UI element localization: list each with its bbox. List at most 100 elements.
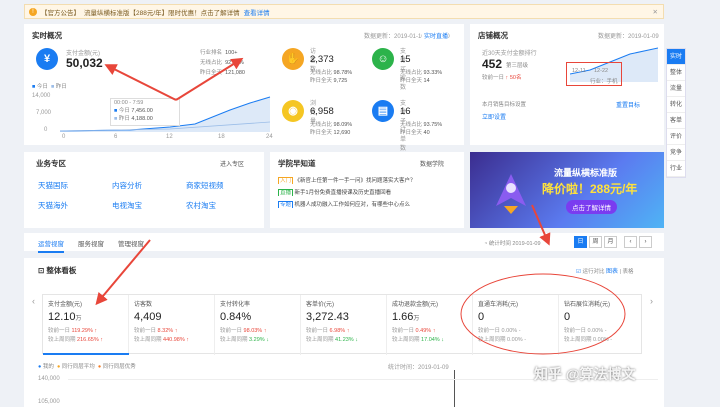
x-tick-24: 24 bbox=[266, 134, 273, 140]
rank-label: 行业排名 bbox=[200, 50, 223, 56]
biz-item-1[interactable]: 内容分析 bbox=[112, 180, 142, 191]
shop-tier: 第三层级 bbox=[506, 63, 529, 69]
biz-item-3[interactable]: 天猫海外 bbox=[38, 200, 68, 211]
period-date: 2019-01-09 bbox=[512, 241, 541, 247]
tab-operation[interactable]: 运营视窗 bbox=[38, 238, 64, 253]
period-week-button[interactable]: 周 bbox=[589, 236, 602, 248]
kpi-next-arrow[interactable]: › bbox=[650, 296, 653, 306]
legend-yesterday: 昨日 bbox=[55, 84, 67, 90]
compare-checkbox[interactable]: ☑ bbox=[576, 269, 581, 275]
notice-tag: 【官方公告】 bbox=[41, 9, 80, 17]
tab-management[interactable]: 管理视窗 bbox=[118, 238, 144, 253]
article-1[interactable]: 直播 新手1月份免费直播授课及历史直播回看 bbox=[278, 188, 458, 196]
realtime-panel: 实时概况 数据更新：2019-01-10 16:17:20 实时直播 ¥ 支付金… bbox=[24, 24, 464, 152]
biz-item-0[interactable]: 天猫国际 bbox=[38, 180, 68, 191]
banner-price: 降价啦！288元/年 bbox=[542, 182, 638, 196]
kpi-diamond-cost[interactable]: 钻石展位消耗(元) 0 较前一日 0.00% - 较上周同期 0.00% - bbox=[559, 295, 643, 355]
order-icon: ▤ bbox=[372, 100, 394, 122]
annotation-rect bbox=[566, 62, 622, 86]
legend-mine: 我的 bbox=[42, 364, 54, 370]
notice-link[interactable]: 查看详情 bbox=[244, 7, 270, 17]
board-chart-tip: 统计时间：2019-01-09 bbox=[388, 365, 449, 371]
compare-label: 无线占比 bbox=[200, 60, 223, 66]
sidebar-item-industry[interactable]: 行业 bbox=[667, 161, 685, 177]
yday-label: 昨日全天 bbox=[200, 70, 223, 76]
live-link[interactable]: 实时直播 bbox=[422, 31, 449, 40]
compare-label: 运行对比 bbox=[582, 269, 605, 275]
tabs-bar: 运营视窗 服务视窗 管理视窗 ◔ 统计时间 2019-01-09 日 周 月 ‹… bbox=[24, 233, 664, 253]
sidebar-item-realtime[interactable]: 实时 bbox=[667, 49, 685, 65]
legend-today: 今日 bbox=[36, 84, 48, 90]
kpi-prev-arrow[interactable]: ‹ bbox=[32, 296, 35, 306]
kpi-selected-bar bbox=[43, 353, 129, 355]
kpi-pay-amount[interactable]: 支付金额(元) 12.10万 较前一日 119.29% ↑ 较上周同期 216.… bbox=[43, 295, 129, 355]
article-2[interactable]: 专题 机器人成功融入工作如何应对，有哪些中心点么 bbox=[278, 200, 458, 208]
banner-title: 流量纵横标准版 bbox=[554, 168, 618, 178]
realtime-title: 实时概况 bbox=[32, 31, 62, 40]
period-day-button[interactable]: 日 bbox=[574, 236, 587, 248]
legend-yday-icon: ■ bbox=[50, 84, 55, 90]
y-tick-zero: 0 bbox=[44, 127, 48, 133]
kpi-visitors[interactable]: 访客数 4,409 较前一日 8.32% ↑ 较上周同期 440.98% ↑ bbox=[129, 295, 215, 355]
sidebar-item-conversion[interactable]: 转化 bbox=[667, 97, 685, 113]
enter-zone-link[interactable]: 进入专区 bbox=[220, 159, 244, 168]
sidebar-item-review[interactable]: 评价 bbox=[667, 129, 685, 145]
sidebar-item-overall[interactable]: 整体 bbox=[667, 65, 685, 81]
tooltip-yday-val: 4,188.00 bbox=[131, 116, 153, 122]
pay-value: 50,032 bbox=[66, 56, 103, 70]
legend-mine-icon: ● bbox=[38, 364, 42, 370]
metrics-grid: ✋ 访客数 2,373 无线占比 98.78% 昨日全天 9,725 ☺ 支付买… bbox=[282, 44, 462, 152]
x-tick-18: 18 bbox=[218, 134, 225, 140]
biz-item-4[interactable]: 电视淘宝 bbox=[112, 200, 142, 211]
biz-item-5[interactable]: 农村淘宝 bbox=[186, 200, 216, 211]
biz-item-2[interactable]: 商家短视频 bbox=[186, 180, 224, 191]
rocket-icon bbox=[496, 174, 526, 214]
sidebar-item-customer[interactable]: 客单 bbox=[667, 113, 685, 129]
kpi-unit-price[interactable]: 客单价(元) 3,272.43 较前一日 6.98% ↑ 较上周同期 41.23… bbox=[301, 295, 387, 355]
buyer-icon: ☺ bbox=[372, 48, 394, 70]
period-month-button[interactable]: 月 bbox=[604, 236, 617, 248]
prev-value: ↑ 50名 bbox=[505, 75, 522, 81]
set-now-link[interactable]: 立即设置 bbox=[482, 112, 506, 121]
kpi-row: 支付金额(元) 12.10万 较前一日 119.29% ↑ 较上周同期 216.… bbox=[42, 294, 643, 355]
academy-link[interactable]: 数据学院 bbox=[420, 159, 444, 168]
tab-service[interactable]: 服务视窗 bbox=[78, 238, 104, 253]
view-table-link[interactable]: 表格 bbox=[623, 269, 634, 275]
y-tick-top: 14,000 bbox=[32, 93, 51, 99]
board-y2: 105,000 bbox=[38, 399, 60, 405]
article-0[interactable]: 入门 《新官上任第一件一手一问》找问题落实大客户？ bbox=[278, 176, 458, 184]
legend-avg: 同行同层平均 bbox=[61, 364, 95, 370]
compare-value: 92.81% bbox=[225, 60, 244, 66]
legend-avg-icon: ● bbox=[56, 364, 61, 370]
sidebar-item-traffic[interactable]: 流量 bbox=[667, 81, 685, 97]
shop-rank-value: 452 bbox=[482, 57, 503, 71]
learn-title: 学院早知道 bbox=[278, 159, 316, 168]
shop-updated: 数据更新：2019-01-09 bbox=[598, 34, 659, 40]
right-sidebar: 实时 整体 流量 转化 客单 评价 竞争 行业 bbox=[666, 48, 686, 178]
tooltip-yday: 昨日 bbox=[118, 116, 130, 122]
x-tick-6: 6 bbox=[114, 134, 118, 140]
board-panel: ⊡ 整体看板 ☑ 运行对比 图表 | 表格 ‹ › 支付金额(元) 12.10万… bbox=[24, 258, 664, 407]
prev-period-button[interactable]: ‹ bbox=[624, 236, 637, 248]
close-icon[interactable]: ✕ bbox=[653, 8, 658, 16]
yday-value: 121,080 bbox=[225, 70, 245, 76]
next-period-button[interactable]: › bbox=[639, 236, 652, 248]
legend-best: 同行同层优秀 bbox=[102, 364, 136, 370]
legend-today-icon: ■ bbox=[32, 84, 36, 90]
kpi-refund[interactable]: 成功退款金额(元) 1.66万 较前一日 0.49% ↑ 较上周同期 17.04… bbox=[387, 295, 473, 355]
learn-panel: 学院早知道 数据学院 入门 《新官上任第一件一手一问》找问题落实大客户？ 直播 … bbox=[270, 152, 464, 228]
notice-bar: ! 【官方公告】 流量纵横标准版【288元/年】限时优惠！点击了解详情 查看详情… bbox=[24, 4, 664, 19]
promo-banner[interactable]: 流量纵横标准版 降价啦！288元/年 点击了解详情 bbox=[470, 152, 664, 228]
shop-panel: 店铺概况 数据更新：2019-01-09 近30天支付金额排行 452 第三层级… bbox=[470, 24, 664, 145]
x-tick-12: 12 bbox=[166, 134, 173, 140]
sidebar-item-competition[interactable]: 竞争 bbox=[667, 145, 685, 161]
kpi-conversion[interactable]: 支付转化率 0.84% 较前一日 98.03% ↑ 较上周同期 3.29% ↓ bbox=[215, 295, 301, 355]
watermark: 知乎 @算法博文 bbox=[534, 366, 636, 382]
board-y1: 140,000 bbox=[38, 376, 60, 382]
reset-target-link[interactable]: 重置目标 bbox=[616, 100, 640, 109]
period-label: 统计时间 bbox=[488, 241, 511, 247]
rank-value: 100+ bbox=[225, 50, 238, 56]
banner-cta[interactable]: 点击了解详情 bbox=[566, 200, 617, 214]
kpi-ztc-cost[interactable]: 直通车消耗(元) 0 较前一日 0.00% - 较上周同期 0.00% - bbox=[473, 295, 559, 355]
view-chart-link[interactable]: 图表 bbox=[606, 269, 618, 275]
